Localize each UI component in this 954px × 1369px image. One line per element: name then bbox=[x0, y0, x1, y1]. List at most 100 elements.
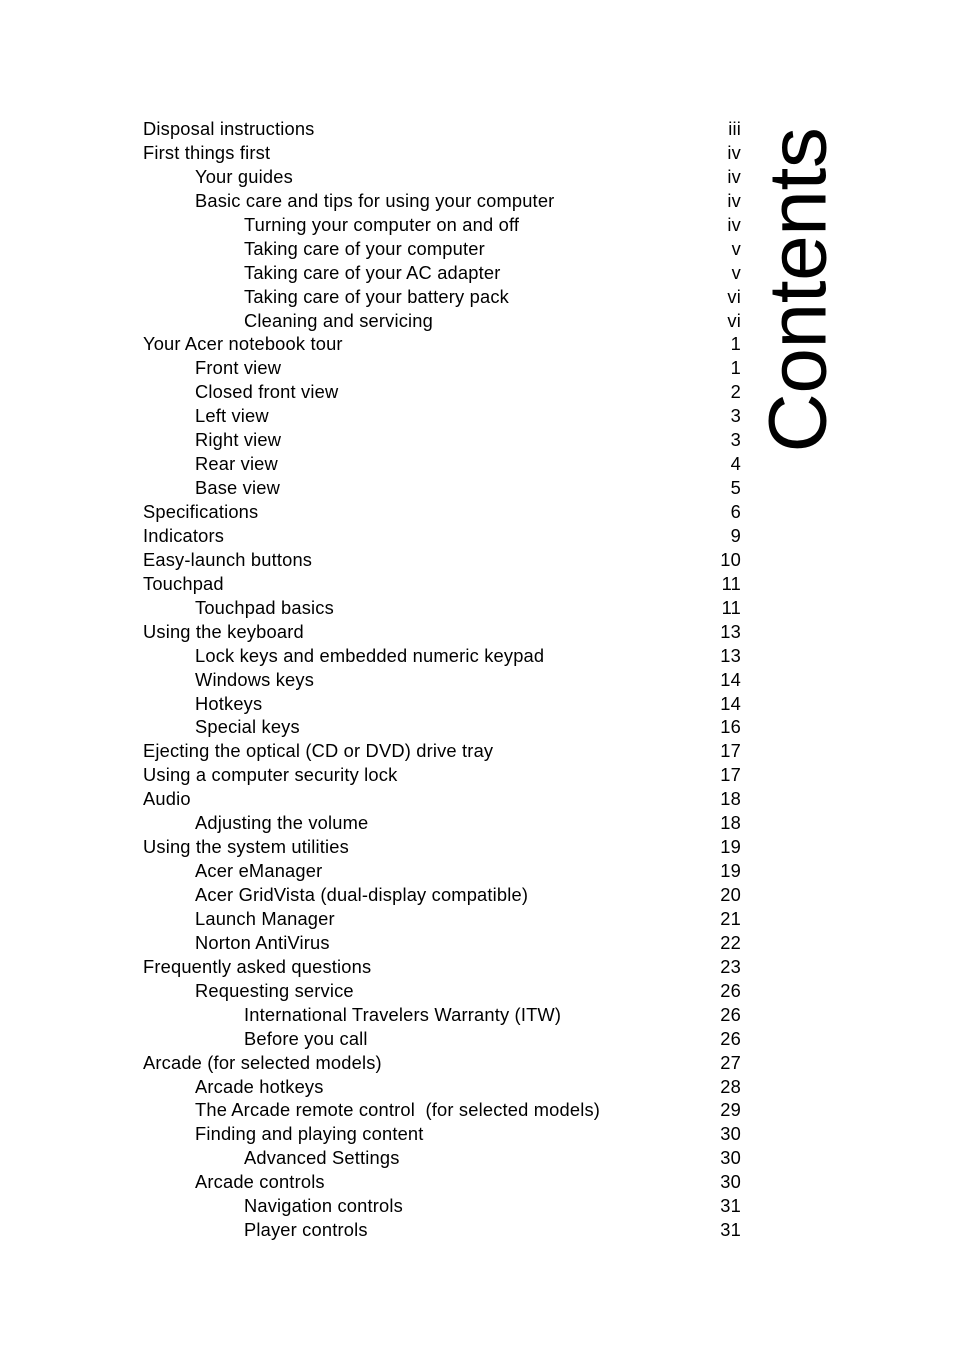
toc-entry-page-number: 13 bbox=[720, 644, 741, 666]
toc-entry[interactable]: Ejecting the optical (CD or DVD) drive t… bbox=[143, 739, 741, 763]
toc-entry-title: Basic care and tips for using your compu… bbox=[195, 189, 555, 211]
toc-entry-title: First things first bbox=[143, 141, 271, 163]
toc-entry-title: Right view bbox=[195, 429, 282, 451]
toc-entry[interactable]: Left view 3 bbox=[143, 404, 741, 428]
toc-entry[interactable]: Taking care of your AC adapter v bbox=[143, 261, 741, 285]
toc-entry-title: Before you call bbox=[244, 1027, 368, 1049]
toc-entry[interactable]: Taking care of your battery pack vi bbox=[143, 285, 741, 309]
toc-entry-title: Touchpad bbox=[143, 572, 224, 594]
toc-entry[interactable]: Disposal instructions iii bbox=[143, 117, 741, 141]
toc-entry-page-number: 6 bbox=[730, 501, 741, 522]
toc-entry-title: Frequently asked questions bbox=[143, 955, 372, 977]
toc-entry-page-number: v bbox=[731, 237, 741, 259]
toc-entry-page-number: 19 bbox=[720, 860, 741, 882]
toc-entry-title: Touchpad basics bbox=[195, 596, 334, 618]
toc-entry-title: Using the system utilities bbox=[143, 836, 349, 858]
toc-entry-title: Front view bbox=[195, 357, 282, 379]
toc-entry[interactable]: Turning your computer on and off iv bbox=[143, 213, 741, 237]
toc-entry[interactable]: Acer GridVista (dual-display compatible)… bbox=[143, 883, 741, 907]
toc-entry[interactable]: The Arcade remote control (for selected … bbox=[143, 1098, 741, 1122]
toc-entry[interactable]: Requesting service 26 bbox=[143, 979, 741, 1003]
toc-entry[interactable]: International Travelers Warranty (ITW) 26 bbox=[143, 1003, 741, 1027]
toc-entry-page-number: 26 bbox=[720, 1003, 741, 1025]
toc-entry-page-number: iii bbox=[728, 118, 741, 139]
toc-entry-title: The Arcade remote control (for selected … bbox=[195, 1099, 601, 1121]
toc-entry-page-number: v bbox=[731, 261, 741, 283]
toc-entry-page-number: 29 bbox=[720, 1099, 741, 1121]
toc-entry[interactable]: Cleaning and servicing vi bbox=[143, 309, 741, 333]
toc-entry[interactable]: Acer eManager 19 bbox=[143, 859, 741, 883]
toc-entry-title: Advanced Settings bbox=[244, 1147, 400, 1169]
toc-entry[interactable]: Hotkeys 14 bbox=[143, 692, 741, 716]
toc-entry-title: Cleaning and servicing bbox=[244, 309, 433, 331]
toc-entry-page-number: 11 bbox=[721, 572, 741, 594]
toc-entry-title: Requesting service bbox=[195, 979, 354, 1001]
toc-entry-page-number: 22 bbox=[720, 931, 741, 953]
toc-entry[interactable]: Your guides iv bbox=[143, 165, 741, 189]
toc-entry[interactable]: Basic care and tips for using your compu… bbox=[143, 189, 741, 213]
toc-entry-title: Windows keys bbox=[195, 668, 315, 690]
toc-entry-title: Launch Manager bbox=[195, 907, 335, 929]
toc-entry[interactable]: Closed front view 2 bbox=[143, 380, 741, 404]
toc-entry-title: Closed front view bbox=[195, 381, 339, 403]
toc-entry[interactable]: Rear view 4 bbox=[143, 452, 741, 476]
toc-entry-page-number: 13 bbox=[720, 620, 741, 642]
toc-entry[interactable]: Taking care of your computer v bbox=[143, 237, 741, 261]
toc-entry-page-number: 14 bbox=[720, 692, 741, 714]
toc-entry-page-number: 21 bbox=[720, 907, 741, 929]
toc-entry[interactable]: Windows keys 14 bbox=[143, 668, 741, 692]
toc-entry[interactable]: Player controls 31 bbox=[143, 1218, 741, 1242]
toc-entry-title: Turning your computer on and off bbox=[244, 213, 520, 235]
toc-entry-page-number: 2 bbox=[730, 381, 741, 403]
toc-entry[interactable]: Arcade (for selected models) 27 bbox=[143, 1051, 741, 1075]
toc-entry[interactable]: Using the system utilities 19 bbox=[143, 835, 741, 859]
toc-entry-title: Your guides bbox=[195, 165, 293, 187]
toc-entry[interactable]: Launch Manager 21 bbox=[143, 907, 741, 931]
toc-entry[interactable]: Finding and playing content 30 bbox=[143, 1122, 741, 1146]
toc-entry[interactable]: Audio 18 bbox=[143, 787, 741, 811]
toc-entry-page-number: 16 bbox=[720, 716, 741, 738]
toc-entry[interactable]: Touchpad basics 11 bbox=[143, 596, 741, 620]
toc-entry[interactable]: Advanced Settings 30 bbox=[143, 1146, 741, 1170]
toc-entry[interactable]: Right view 3 bbox=[143, 428, 741, 452]
toc-entry[interactable]: Indicators 9 bbox=[143, 524, 741, 548]
toc-entry[interactable]: Navigation controls 31 bbox=[143, 1194, 741, 1218]
toc-entry-page-number: 3 bbox=[730, 405, 741, 427]
toc-entry-page-number: 28 bbox=[720, 1075, 741, 1097]
toc-entry-title: Rear view bbox=[195, 453, 278, 475]
toc-entry-page-number: 20 bbox=[720, 884, 741, 905]
toc-entry-page-number: vi bbox=[727, 309, 741, 331]
toc-entry-page-number: 27 bbox=[720, 1051, 741, 1073]
toc-entry[interactable]: Specifications 6 bbox=[143, 500, 741, 524]
toc-entry[interactable]: Arcade controls 30 bbox=[143, 1170, 741, 1194]
toc-entry[interactable]: Touchpad 11 bbox=[143, 572, 741, 596]
toc-entry-title: Hotkeys bbox=[195, 692, 263, 714]
toc-entry-page-number: 5 bbox=[730, 477, 741, 499]
toc-entry-title: International Travelers Warranty (ITW) bbox=[244, 1003, 562, 1025]
toc-entry-title: Arcade hotkeys bbox=[195, 1075, 324, 1097]
toc-entry[interactable]: Adjusting the volume 18 bbox=[143, 811, 741, 835]
toc-entry[interactable]: Your Acer notebook tour 1 bbox=[143, 332, 741, 356]
toc-entry[interactable]: Front view 1 bbox=[143, 356, 741, 380]
toc-entry[interactable]: Arcade hotkeys 28 bbox=[143, 1075, 741, 1099]
toc-entry-title: Lock keys and embedded numeric keypad bbox=[195, 644, 545, 666]
toc-entry-page-number: 26 bbox=[720, 979, 741, 1001]
toc-entry[interactable]: Norton AntiVirus 22 bbox=[143, 931, 741, 955]
toc-entry[interactable]: Frequently asked questions 23 bbox=[143, 955, 741, 979]
toc-entry-page-number: 1 bbox=[730, 333, 741, 355]
toc-entry[interactable]: Easy-launch buttons 10 bbox=[143, 548, 741, 572]
toc-entry-title: Acer GridVista (dual-display compatible) bbox=[195, 884, 529, 905]
toc-entry-page-number: iv bbox=[727, 141, 741, 163]
toc-entry[interactable]: Lock keys and embedded numeric keypad 13 bbox=[143, 644, 741, 668]
page-title-text: Contents bbox=[752, 127, 844, 453]
toc-entry-page-number: 3 bbox=[730, 429, 741, 451]
toc-entry[interactable]: Using a computer security lock 17 bbox=[143, 763, 741, 787]
table-of-contents: Disposal instructions iii First things fir… bbox=[143, 117, 741, 1242]
toc-entry[interactable]: First things first iv bbox=[143, 141, 741, 165]
toc-entry[interactable]: Base view 5 bbox=[143, 476, 741, 500]
toc-entry[interactable]: Before you call 26 bbox=[143, 1027, 741, 1051]
toc-entry-title: Arcade controls bbox=[195, 1171, 325, 1193]
toc-entry[interactable]: Using the keyboard 13 bbox=[143, 620, 741, 644]
toc-entry[interactable]: Special keys 16 bbox=[143, 715, 741, 739]
toc-entry-title: Easy-launch buttons bbox=[143, 548, 313, 570]
